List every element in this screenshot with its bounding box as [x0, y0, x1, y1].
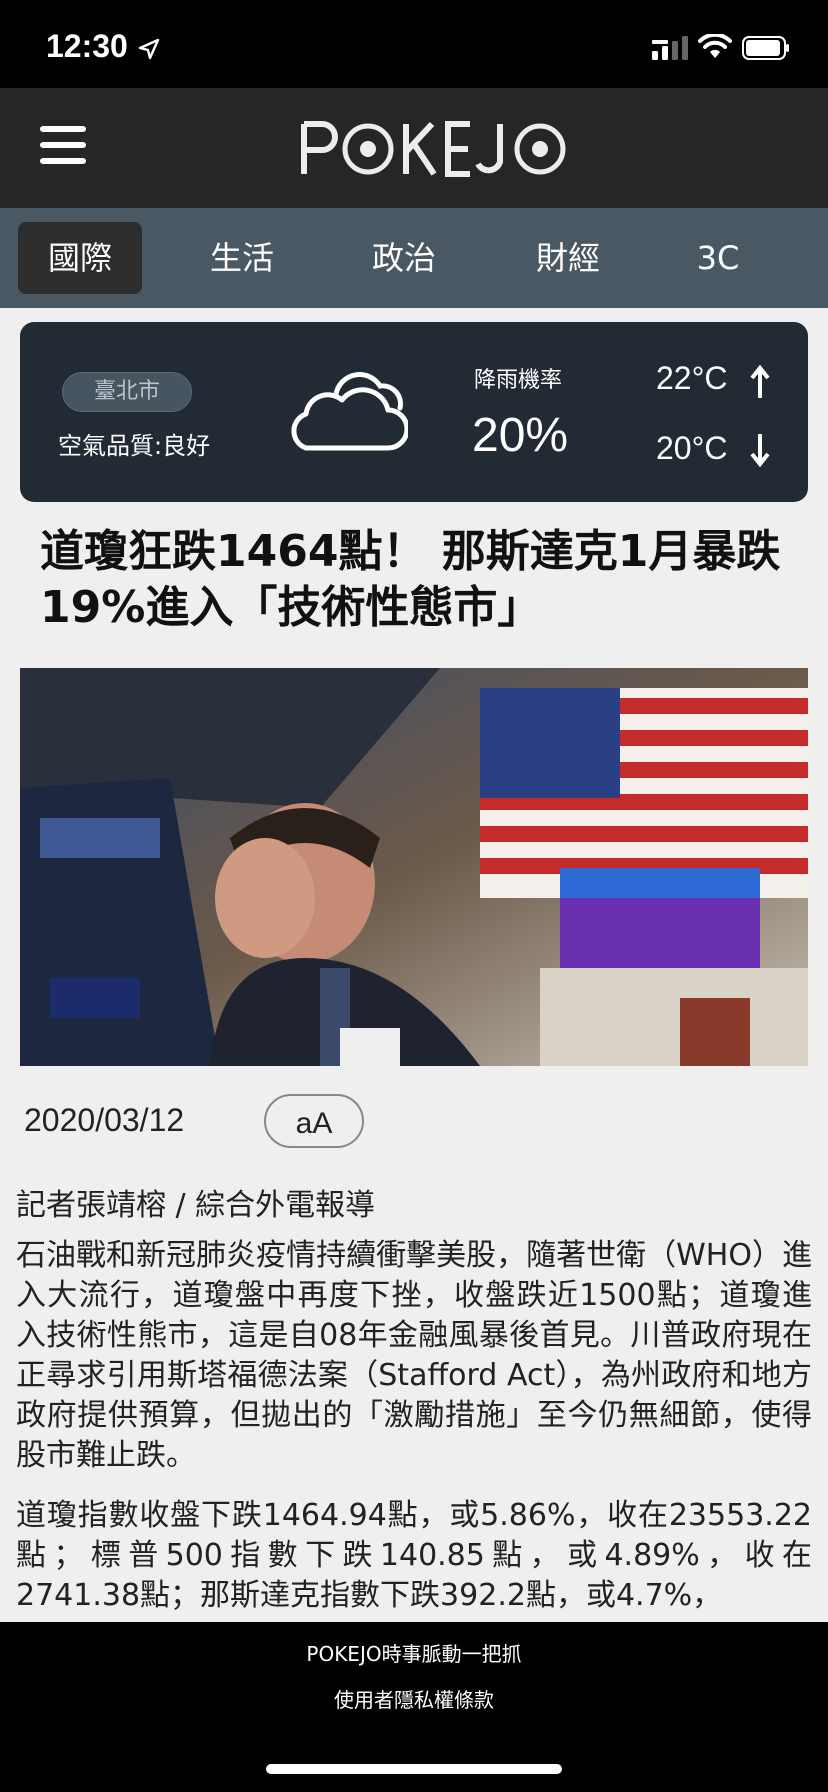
- article-date: 2020/03/12: [24, 1102, 185, 1138]
- footer-tagline: POKEJO時事脈動一把抓: [306, 1642, 522, 1666]
- weather-card: 臺北市 空氣品質:良好 降雨機率 20% 22°C 20°C: [20, 322, 808, 502]
- tab-politics[interactable]: 政治: [342, 222, 466, 294]
- tab-life[interactable]: 生活: [180, 222, 304, 294]
- rain-probability-label: 降雨機率: [474, 368, 563, 393]
- pokejo-logo[interactable]: [300, 116, 570, 180]
- article-paragraph: 道瓊指數收盤下跌1464.94點，或5.86%，收在23553.22點；標普50…: [16, 1498, 812, 1613]
- battery-icon: [742, 36, 789, 60]
- temp-low: 20°C: [656, 430, 728, 466]
- article-byline: 記者張靖榕 / 綜合外電報導: [16, 1188, 376, 1223]
- arrow-up-icon: [750, 364, 770, 398]
- tab-international[interactable]: 國際: [18, 222, 142, 294]
- city-badge[interactable]: 臺北市: [62, 372, 192, 412]
- arrow-down-icon: [750, 434, 770, 468]
- footer: POKEJO時事脈動一把抓 使用者隱私權條款: [0, 1622, 828, 1792]
- air-quality: 空氣品質:良好: [58, 432, 211, 460]
- temp-high: 22°C: [656, 360, 728, 396]
- status-bar: 12:30: [0, 0, 828, 88]
- wifi-icon: [698, 34, 732, 58]
- article-photo: [20, 668, 808, 1066]
- privacy-policy-link[interactable]: 使用者隱私權條款: [0, 1684, 828, 1713]
- article-paragraph: 石油戰和新冠肺炎疫情持續衝擊美股，隨著世衛（WHO）進入大流行，道瓊盤中再度下挫…: [16, 1238, 812, 1473]
- hamburger-icon[interactable]: [40, 126, 86, 166]
- article-title: 道瓊狂跌1464點！ 那斯達克1月暴跌19%進入「技術性態市」: [40, 526, 781, 633]
- tab-3c[interactable]: 3C: [656, 222, 780, 294]
- tab-finance[interactable]: 財經: [506, 222, 630, 294]
- signal-icon: [652, 36, 688, 60]
- rain-probability-value: 20%: [472, 409, 569, 462]
- font-size-button[interactable]: aA: [264, 1094, 364, 1148]
- home-indicator[interactable]: [266, 1764, 562, 1774]
- app-header: [0, 88, 828, 208]
- category-tabs: 國際 生活 政治 財經 3C: [0, 208, 828, 308]
- status-time: 12:30: [46, 28, 128, 64]
- location-arrow-icon: [138, 38, 160, 60]
- cloud-icon: [291, 372, 408, 451]
